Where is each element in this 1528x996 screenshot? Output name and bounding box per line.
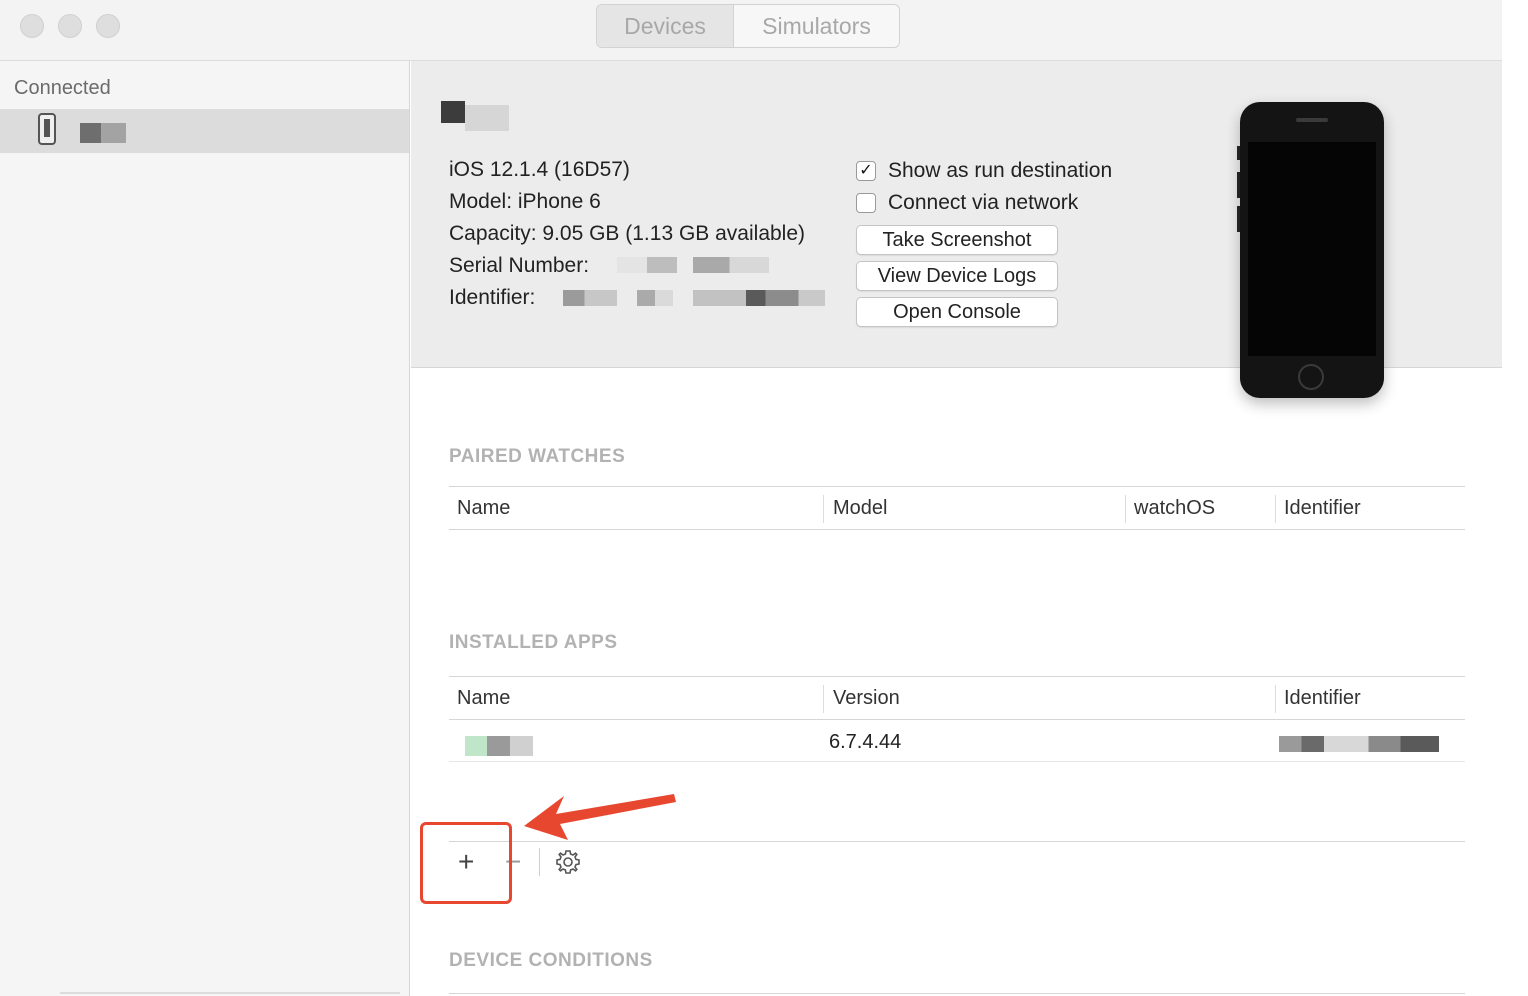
installed-apps-heading: INSTALLED APPS xyxy=(449,632,618,653)
identifier-redacted xyxy=(637,290,673,306)
serial-number-redacted xyxy=(693,257,769,273)
toolbar-separator xyxy=(539,848,540,876)
gear-icon[interactable] xyxy=(554,848,582,876)
column-divider xyxy=(1275,495,1276,523)
zoom-window-button[interactable] xyxy=(96,14,120,38)
device-title-redacted xyxy=(441,101,509,135)
table-row[interactable]: 6.7.4.44 xyxy=(449,722,1465,762)
device-model: Model: iPhone 6 xyxy=(449,190,601,213)
annotation-arrow-icon xyxy=(524,794,676,840)
serial-number-redacted xyxy=(617,257,677,273)
devices-simulators-segmented-control: Devices Simulators xyxy=(596,4,900,48)
column-header-watchos[interactable]: watchOS xyxy=(1134,487,1215,529)
connect-via-network-label: Connect via network xyxy=(888,191,1079,214)
sidebar-item-device[interactable] xyxy=(0,109,409,153)
outside-window-area xyxy=(1502,0,1528,996)
title-bar: Devices Simulators xyxy=(0,0,1502,61)
devices-window: Devices Simulators Connected iOS 12.1.4 … xyxy=(0,0,1502,996)
app-name-redacted xyxy=(465,736,533,756)
paired-watches-table-header: Name Model watchOS Identifier xyxy=(449,486,1465,530)
open-console-button[interactable]: Open Console xyxy=(856,297,1058,327)
column-header-version[interactable]: Version xyxy=(833,677,900,719)
tab-simulators[interactable]: Simulators xyxy=(734,5,899,47)
column-header-identifier[interactable]: Identifier xyxy=(1284,487,1361,529)
tab-devices[interactable]: Devices xyxy=(597,5,734,47)
redaction-block xyxy=(441,101,465,123)
phone-home-button xyxy=(1298,364,1324,390)
take-screenshot-button[interactable]: Take Screenshot xyxy=(856,225,1058,255)
identifier-redacted xyxy=(563,290,617,306)
phone-speaker xyxy=(1296,118,1328,122)
phone-side-button xyxy=(1237,172,1240,198)
device-name-redacted xyxy=(80,123,126,143)
column-header-identifier[interactable]: Identifier xyxy=(1284,677,1361,719)
os-version: iOS 12.1.4 (16D57) xyxy=(449,158,630,181)
device-image xyxy=(1237,102,1384,398)
annotation-highlight-box xyxy=(420,822,512,904)
sidebar-heading-connected: Connected xyxy=(14,77,111,99)
device-conditions-divider xyxy=(449,993,1465,994)
phone-side-button xyxy=(1237,146,1240,160)
column-divider xyxy=(1275,685,1276,713)
show-as-run-destination-label: Show as run destination xyxy=(888,159,1113,182)
sidebar-divider xyxy=(60,992,400,994)
minimize-window-button[interactable] xyxy=(58,14,82,38)
identifier-label: Identifier: xyxy=(449,286,536,309)
phone-side-button xyxy=(1237,206,1240,232)
sidebar: Connected xyxy=(0,61,410,996)
phone-screen xyxy=(1248,142,1376,356)
installed-apps-table-header: Name Version Identifier xyxy=(449,676,1465,720)
column-header-model[interactable]: Model xyxy=(833,487,887,529)
connect-via-network-checkbox[interactable] xyxy=(856,193,876,213)
iphone-icon xyxy=(38,113,56,145)
close-window-button[interactable] xyxy=(20,14,44,38)
app-identifier-redacted xyxy=(1279,736,1439,752)
paired-watches-heading: PAIRED WATCHES xyxy=(449,446,626,467)
identifier-redacted xyxy=(693,290,825,306)
column-header-name[interactable]: Name xyxy=(457,487,510,529)
column-header-name[interactable]: Name xyxy=(457,677,510,719)
view-device-logs-button[interactable]: View Device Logs xyxy=(856,261,1058,291)
device-capacity: Capacity: 9.05 GB (1.13 GB available) xyxy=(449,222,806,245)
redaction-block xyxy=(465,105,509,131)
column-divider xyxy=(823,685,824,713)
column-divider xyxy=(1125,495,1126,523)
app-version: 6.7.4.44 xyxy=(829,731,902,753)
serial-number-label: Serial Number: xyxy=(449,254,590,277)
device-conditions-heading: DEVICE CONDITIONS xyxy=(449,950,653,971)
show-as-run-destination-checkbox[interactable]: ✓ xyxy=(856,161,876,181)
column-divider xyxy=(823,495,824,523)
